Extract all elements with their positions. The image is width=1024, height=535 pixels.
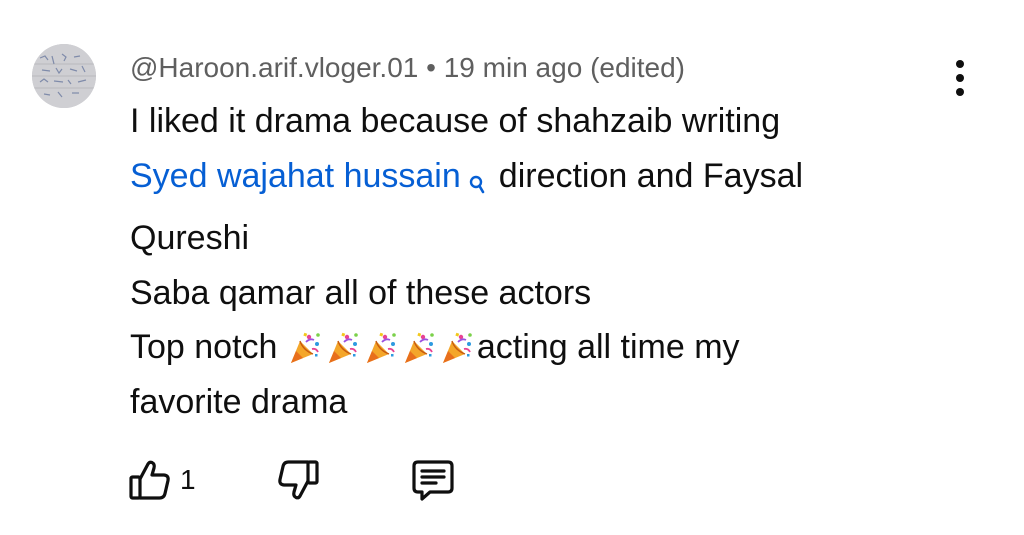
author-handle[interactable]: @Haroon.arif.vloger.01 bbox=[130, 52, 418, 83]
party-popper-icon bbox=[404, 332, 434, 363]
mention-link[interactable]: Syed wajahat hussain bbox=[130, 157, 461, 195]
party-popper-icon bbox=[290, 332, 320, 363]
comment-text: direction and Faysal bbox=[498, 156, 804, 195]
thumbs-up-icon bbox=[129, 460, 170, 500]
comment-line: Saba qamar all of these actors bbox=[130, 273, 592, 312]
comment-line: Syed wajahat hussain direction and Faysa… bbox=[130, 149, 930, 212]
like-button[interactable] bbox=[128, 458, 172, 502]
search-icon[interactable] bbox=[467, 157, 485, 212]
meta-separator: • bbox=[418, 52, 444, 83]
comment-time[interactable]: 19 min ago bbox=[444, 52, 583, 83]
comment-body: I liked it drama because of shahzaib wri… bbox=[130, 94, 930, 429]
comment-meta: @Haroon.arif.vloger.01 • 19 min ago (edi… bbox=[130, 50, 685, 86]
comment-text: acting all time my bbox=[476, 328, 740, 366]
party-popper-icon bbox=[328, 332, 358, 363]
comment-line: I liked it drama because of shahzaib wri… bbox=[130, 102, 781, 140]
avatar-image bbox=[32, 44, 96, 108]
party-popper-icon bbox=[366, 332, 396, 363]
thumbs-down-icon bbox=[278, 460, 319, 500]
dislike-button[interactable] bbox=[276, 458, 320, 502]
more-vertical-icon bbox=[956, 60, 964, 96]
more-options-button[interactable] bbox=[944, 58, 976, 98]
reply-icon bbox=[412, 460, 454, 501]
comment-line: Top notch acting all time my bbox=[130, 320, 930, 375]
edited-label: (edited) bbox=[590, 52, 685, 83]
comment-line: Qureshi bbox=[130, 219, 250, 257]
comment-text: Top notch bbox=[130, 328, 287, 366]
reply-button[interactable] bbox=[410, 458, 456, 502]
emoji-sequence bbox=[287, 319, 477, 374]
like-count: 1 bbox=[180, 464, 196, 495]
avatar[interactable] bbox=[32, 44, 96, 108]
comment-line: favorite drama bbox=[130, 382, 348, 421]
party-popper-icon bbox=[442, 332, 472, 363]
